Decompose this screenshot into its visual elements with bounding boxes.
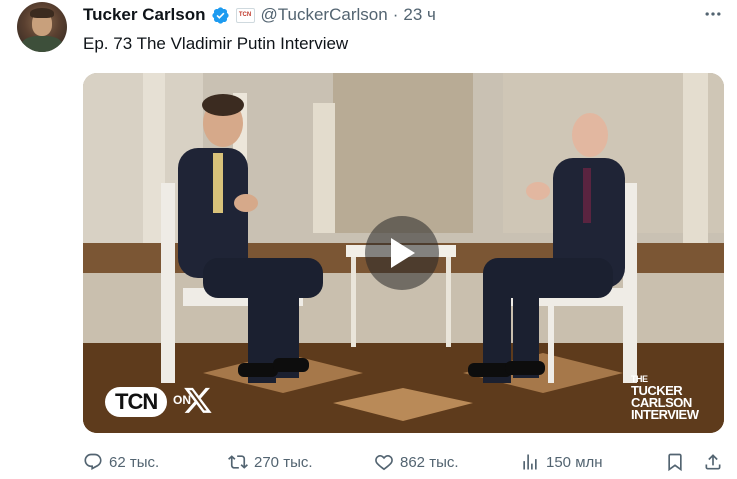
views-count: 150 млн [546, 453, 603, 471]
author-handle[interactable]: @TuckerCarlson [261, 5, 388, 25]
repost-icon [228, 455, 248, 469]
play-icon [391, 238, 415, 268]
tcn-logo: TCN [105, 387, 168, 417]
reply-icon [84, 453, 102, 471]
timestamp[interactable]: 23 ч [403, 5, 436, 25]
reply-button[interactable]: 62 тыс. [83, 448, 159, 476]
brand-line-4: INTERVIEW [631, 407, 699, 422]
repost-button[interactable]: 270 тыс. [228, 448, 313, 476]
separator-dot: · [392, 5, 399, 24]
bookmark-button[interactable] [665, 448, 691, 476]
verified-icon [211, 6, 230, 25]
play-button[interactable] [365, 216, 439, 290]
author-name[interactable]: Tucker Carlson [83, 5, 206, 25]
tweet-text: Ep. 73 The Vladimir Putin Interview [83, 34, 349, 53]
repost-count: 270 тыс. [254, 453, 313, 471]
like-count: 862 тыс. [400, 453, 459, 471]
affiliate-badge[interactable]: TCN [235, 7, 255, 23]
more-icon[interactable] [700, 3, 726, 25]
video-player[interactable]: TCN ON THE TUCKER CARLSON INTERVIEW [83, 73, 724, 433]
action-bar: 62 тыс. 270 тыс. 862 тыс. 150 млн [83, 448, 728, 476]
tweet-header: Tucker Carlson TCN @TuckerCarlson · 23 ч [83, 4, 436, 26]
like-button[interactable]: 862 тыс. [374, 448, 459, 476]
views-button[interactable]: 150 млн [520, 448, 603, 476]
reply-count: 62 тыс. [109, 453, 160, 471]
share-button[interactable] [703, 448, 729, 476]
brand-wordmark: THE TUCKER CARLSON INTERVIEW [631, 373, 699, 421]
bookmark-icon [668, 453, 682, 472]
share-icon [705, 454, 721, 470]
like-icon [375, 455, 393, 471]
views-icon [523, 454, 537, 470]
avatar[interactable] [17, 2, 67, 52]
x-logo-icon [183, 385, 213, 420]
